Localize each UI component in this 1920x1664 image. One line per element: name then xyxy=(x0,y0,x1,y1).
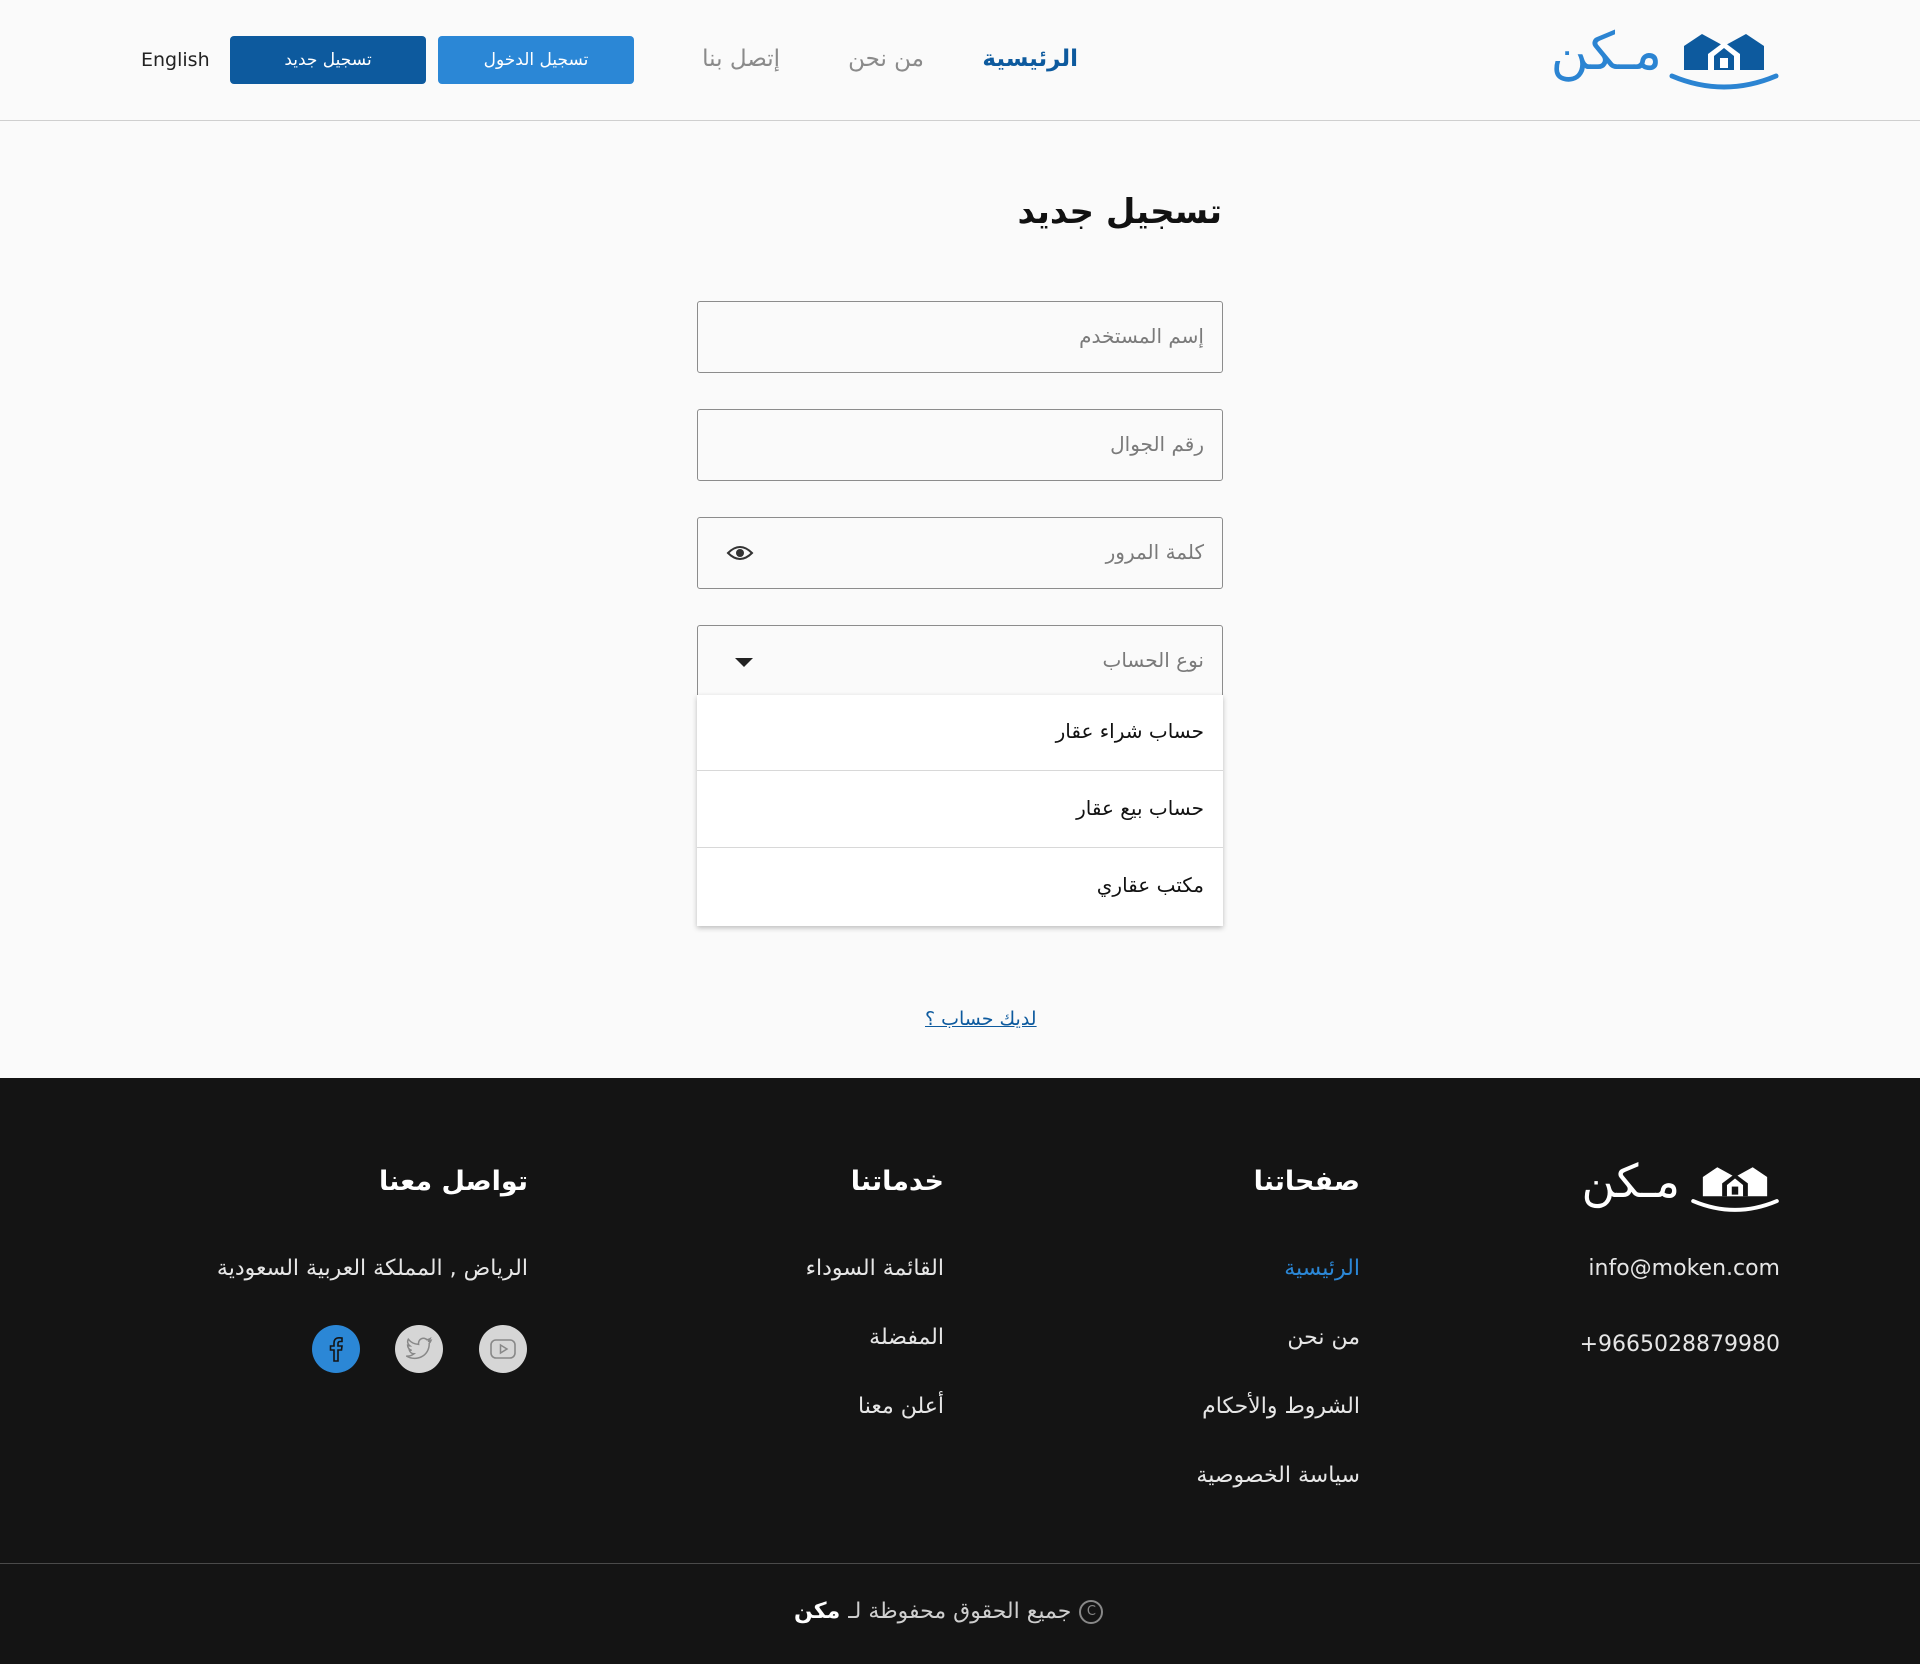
copyright: C جميع الحقوق محفوظة لـ مكن xyxy=(794,1599,1104,1624)
footer-services-heading: خدماتنا xyxy=(850,1166,944,1197)
page-title: تسجيل جديد xyxy=(1017,192,1222,232)
language-switch[interactable]: English xyxy=(141,49,210,71)
site-logo[interactable]: مـكن xyxy=(1550,22,1780,94)
footer-link-favorites[interactable]: المفضلة xyxy=(869,1325,944,1350)
facebook-button[interactable] xyxy=(312,1325,360,1373)
house-logo-icon xyxy=(1669,34,1779,90)
have-account-link[interactable]: لديك حساب ؟ xyxy=(925,1008,1037,1030)
footer-wordmark: مـكن xyxy=(1581,1154,1680,1208)
phone-placeholder: رقم الجوال xyxy=(1110,432,1204,456)
username-placeholder: إسم المستخدم xyxy=(1079,324,1204,348)
nav-contact[interactable]: إتصل بنا xyxy=(702,46,780,72)
account-type-select[interactable]: نوع الحساب xyxy=(697,625,1223,697)
account-type-option-buy[interactable]: حساب شراء عقار xyxy=(697,695,1223,771)
footer-logo[interactable]: مـكن xyxy=(1581,1154,1780,1216)
login-button[interactable]: تسجيل الدخول xyxy=(438,36,634,84)
register-button[interactable]: تسجيل جديد xyxy=(230,36,426,84)
password-placeholder: كلمة المرور xyxy=(1105,540,1204,564)
account-type-dropdown: حساب شراء عقار حساب بيع عقار مكتب عقاري xyxy=(697,695,1223,926)
footer-link-blacklist[interactable]: القائمة السوداء xyxy=(806,1256,944,1281)
footer-link-advertise[interactable]: أعلن معنا xyxy=(858,1394,944,1419)
footer-pages-heading: صفحاتنا xyxy=(1253,1166,1360,1197)
phone-field[interactable]: رقم الجوال xyxy=(697,409,1223,481)
footer-contact-heading: تواصل معنا xyxy=(378,1166,528,1197)
footer-divider xyxy=(0,1563,1920,1564)
copyright-brand: مكن xyxy=(794,1599,841,1624)
footer-link-about[interactable]: من نحن xyxy=(1287,1325,1360,1350)
caret-down-icon xyxy=(735,658,753,667)
site-header: مـكن الرئيسية من نحن إتصل بنا تسجيل الدخ… xyxy=(0,0,1920,121)
copyright-text: جميع الحقوق محفوظة لـ xyxy=(848,1599,1072,1624)
nav-home[interactable]: الرئيسية xyxy=(982,46,1078,72)
copyright-icon: C xyxy=(1079,1599,1104,1624)
account-type-option-sell[interactable]: حساب بيع عقار xyxy=(697,772,1223,848)
footer-phone[interactable]: +9665028879980 xyxy=(1580,1332,1780,1357)
option-label: حساب شراء عقار xyxy=(1055,719,1204,743)
option-label: حساب بيع عقار xyxy=(1076,796,1204,820)
footer-link-privacy[interactable]: سياسة الخصوصية xyxy=(1196,1463,1360,1488)
eye-icon[interactable] xyxy=(726,542,754,564)
youtube-button[interactable] xyxy=(479,1325,527,1373)
youtube-icon xyxy=(490,1339,516,1359)
footer-email[interactable]: info@moken.com xyxy=(1588,1256,1780,1281)
option-label: مكتب عقاري xyxy=(1096,873,1204,897)
site-footer: مـكن info@moken.com +9665028879980 صفحات… xyxy=(0,1078,1920,1664)
account-type-option-office[interactable]: مكتب عقاري xyxy=(697,849,1223,925)
password-field[interactable]: كلمة المرور xyxy=(697,517,1223,589)
twitter-icon xyxy=(405,1337,433,1360)
facebook-icon xyxy=(329,1336,343,1362)
footer-link-terms[interactable]: الشروط والأحكام xyxy=(1202,1394,1360,1419)
house-logo-icon xyxy=(1691,1167,1779,1212)
logo-wordmark: مـكن xyxy=(1550,22,1662,82)
footer-link-home[interactable]: الرئيسية xyxy=(1284,1256,1360,1281)
nav-about[interactable]: من نحن xyxy=(848,46,924,72)
twitter-button[interactable] xyxy=(395,1325,443,1373)
footer-address: الرياض , المملكة العربية السعودية xyxy=(216,1256,528,1281)
account-type-placeholder: نوع الحساب xyxy=(1102,648,1204,672)
username-field[interactable]: إسم المستخدم xyxy=(697,301,1223,373)
